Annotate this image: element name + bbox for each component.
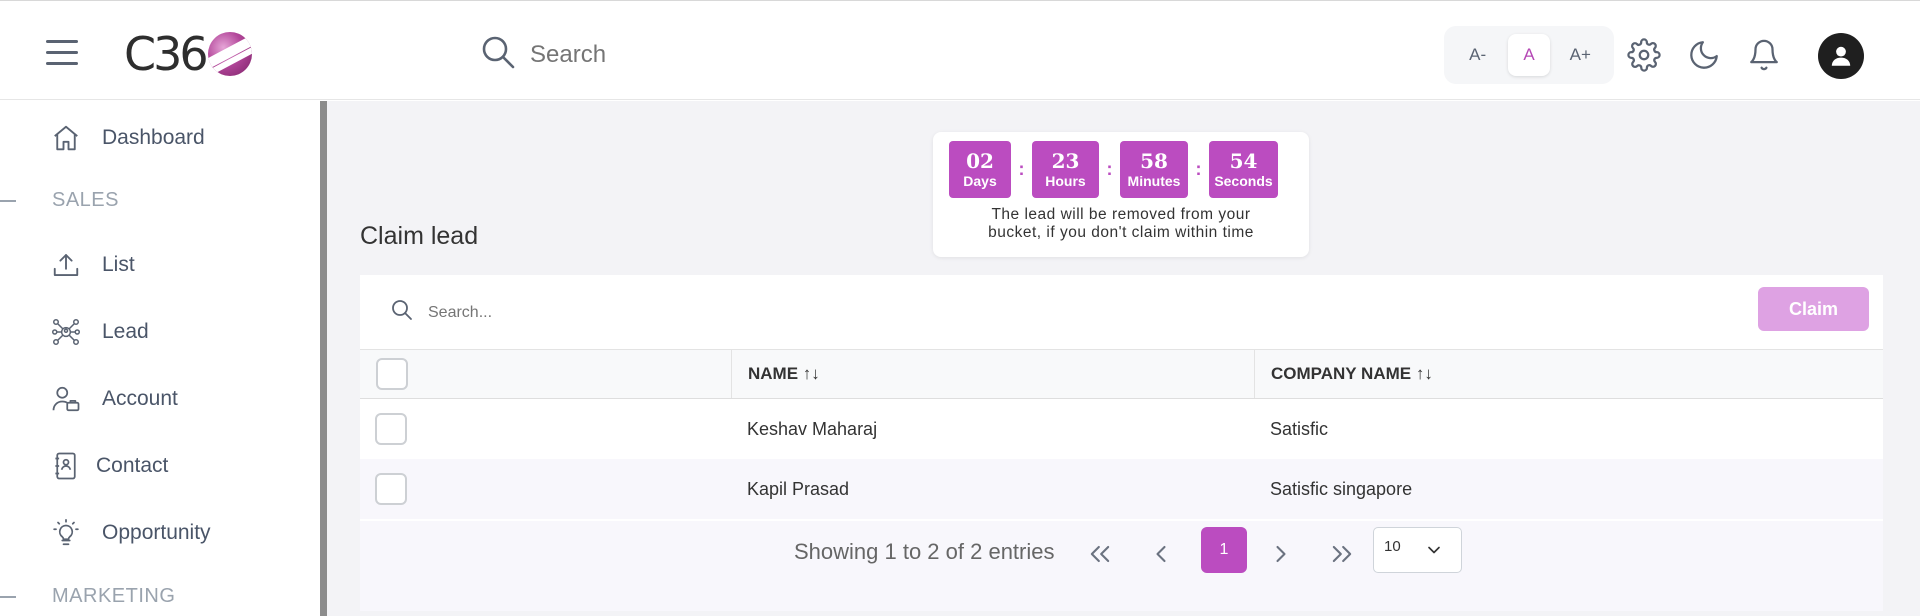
column-header-company-name[interactable]: COMPANY NAME ↑↓ [1255, 350, 1883, 398]
row-checkbox[interactable] [375, 473, 407, 505]
table-header: NAME ↑↓ COMPANY NAME ↑↓ [360, 349, 1883, 399]
section-marketing: MARKETING [0, 585, 175, 608]
last-page-icon[interactable] [1324, 536, 1360, 572]
countdown-separator: : [1195, 159, 1202, 179]
company-cell: Satisfic singapore [1270, 478, 1413, 499]
table-row[interactable]: Keshav Maharaj Satisfic [360, 399, 1883, 459]
upload-icon [50, 249, 82, 281]
search-icon [390, 298, 414, 327]
countdown-separator: : [1106, 159, 1113, 179]
sidebar-item-account[interactable]: Account [50, 383, 178, 415]
page-title: Claim lead [360, 222, 479, 250]
countdown-timer: 02 Days : 23 Hours : 58 Minutes : 54 Sec… [933, 132, 1309, 257]
home-icon [50, 122, 82, 154]
countdown-note-line: The lead will be removed from your [991, 206, 1251, 223]
sidebar-item-contact[interactable]: Contact [50, 450, 168, 482]
countdown-minutes: 58 Minutes [1120, 141, 1188, 198]
logo-text: C36 [124, 27, 209, 81]
section-label: SALES [52, 189, 119, 211]
increase-font-button[interactable]: A+ [1559, 34, 1601, 76]
countdown-hours-label: Hours [1045, 172, 1086, 189]
claim-lead-table-card: Claim NAME ↑↓ COMPANY NAME ↑↓ Keshav Mah… [360, 275, 1883, 611]
countdown-days-value: 02 [966, 148, 994, 173]
company-cell: Satisfic [1270, 418, 1329, 439]
gear-icon[interactable] [1627, 38, 1661, 72]
countdown-days: 02 Days [949, 141, 1011, 198]
countdown-note: The lead will be removed from your bucke… [933, 206, 1309, 242]
countdown-row: 02 Days : 23 Hours : 58 Minutes : 54 Sec… [949, 141, 1278, 198]
countdown-separator: : [1018, 159, 1025, 179]
section-label: MARKETING [52, 585, 176, 607]
user-card-icon [50, 383, 82, 415]
chevron-down-icon [1424, 540, 1444, 565]
countdown-hours: 23 Hours [1032, 141, 1099, 198]
sidebar-item-list[interactable]: List [50, 249, 135, 281]
logo-globe-icon [207, 32, 252, 76]
table-search[interactable] [390, 298, 728, 327]
select-all-checkbox[interactable] [376, 358, 408, 390]
name-cell: Kapil Prasad [747, 478, 850, 499]
contact-book-icon [50, 450, 82, 482]
logo[interactable]: C36 [124, 26, 252, 82]
global-search[interactable] [480, 34, 830, 75]
row-select-cell [360, 473, 732, 505]
sidebar-item-dashboard[interactable]: Dashboard [50, 122, 205, 154]
claim-button[interactable]: Claim [1758, 287, 1869, 331]
countdown-seconds-label: Seconds [1214, 172, 1273, 189]
sidebar-item-label: Contact [96, 454, 169, 477]
name-cell: Keshav Maharaj [747, 418, 878, 439]
moon-icon[interactable] [1687, 38, 1721, 72]
sidebar-item-label: Lead [102, 320, 149, 343]
row-checkbox[interactable] [375, 413, 407, 445]
countdown-hours-value: 23 [1051, 148, 1080, 173]
page-size-value: 10 [1384, 538, 1401, 555]
row-select-cell [360, 413, 732, 445]
first-page-icon[interactable] [1082, 536, 1118, 572]
table-row[interactable]: Kapil Prasad Satisfic singapore [360, 459, 1883, 519]
section-sales: SALES [0, 189, 119, 212]
countdown-days-label: Days [963, 172, 997, 189]
sidebar: Dashboard SALES List Lead Account Contac… [0, 101, 320, 616]
top-header: C36 A- A A+ [0, 4, 1920, 100]
countdown-minutes-label: Minutes [1127, 172, 1181, 189]
pagination: Showing 1 to 2 of 2 entries 1 10 [360, 521, 1883, 587]
sidebar-scrollbar[interactable] [320, 101, 327, 616]
search-input[interactable] [530, 40, 830, 69]
previous-page-icon[interactable] [1143, 536, 1179, 572]
select-all-cell [360, 350, 732, 398]
table-search-input[interactable] [428, 303, 728, 322]
lightbulb-icon [50, 517, 82, 549]
page-button-current[interactable]: 1 [1201, 527, 1247, 573]
sidebar-item-label: Opportunity [102, 521, 211, 544]
font-size-switcher: A- A A+ [1444, 26, 1614, 84]
countdown-minutes-value: 58 [1140, 148, 1168, 173]
sidebar-item-label: Account [102, 387, 178, 410]
search-icon [480, 34, 516, 75]
sidebar-item-lead[interactable]: Lead [50, 316, 149, 348]
entries-info: Showing 1 to 2 of 2 entries [794, 539, 1055, 564]
next-page-icon[interactable] [1263, 536, 1299, 572]
decrease-font-button[interactable]: A- [1457, 34, 1499, 76]
countdown-note-line: bucket, if you don't claim within time [988, 224, 1254, 241]
default-font-button[interactable]: A [1507, 34, 1550, 76]
column-header-name[interactable]: NAME ↑↓ [732, 350, 1255, 398]
bell-icon[interactable] [1747, 38, 1781, 72]
page-size-select[interactable]: 10 [1373, 527, 1462, 573]
sidebar-item-label: Dashboard [102, 126, 205, 149]
user-avatar-icon[interactable] [1818, 33, 1864, 79]
sidebar-item-label: List [102, 253, 135, 276]
sidebar-item-opportunity[interactable]: Opportunity [50, 517, 211, 549]
network-icon [50, 316, 82, 348]
countdown-seconds: 54 Seconds [1209, 141, 1278, 198]
countdown-seconds-value: 54 [1229, 148, 1258, 173]
menu-icon[interactable] [46, 40, 82, 70]
